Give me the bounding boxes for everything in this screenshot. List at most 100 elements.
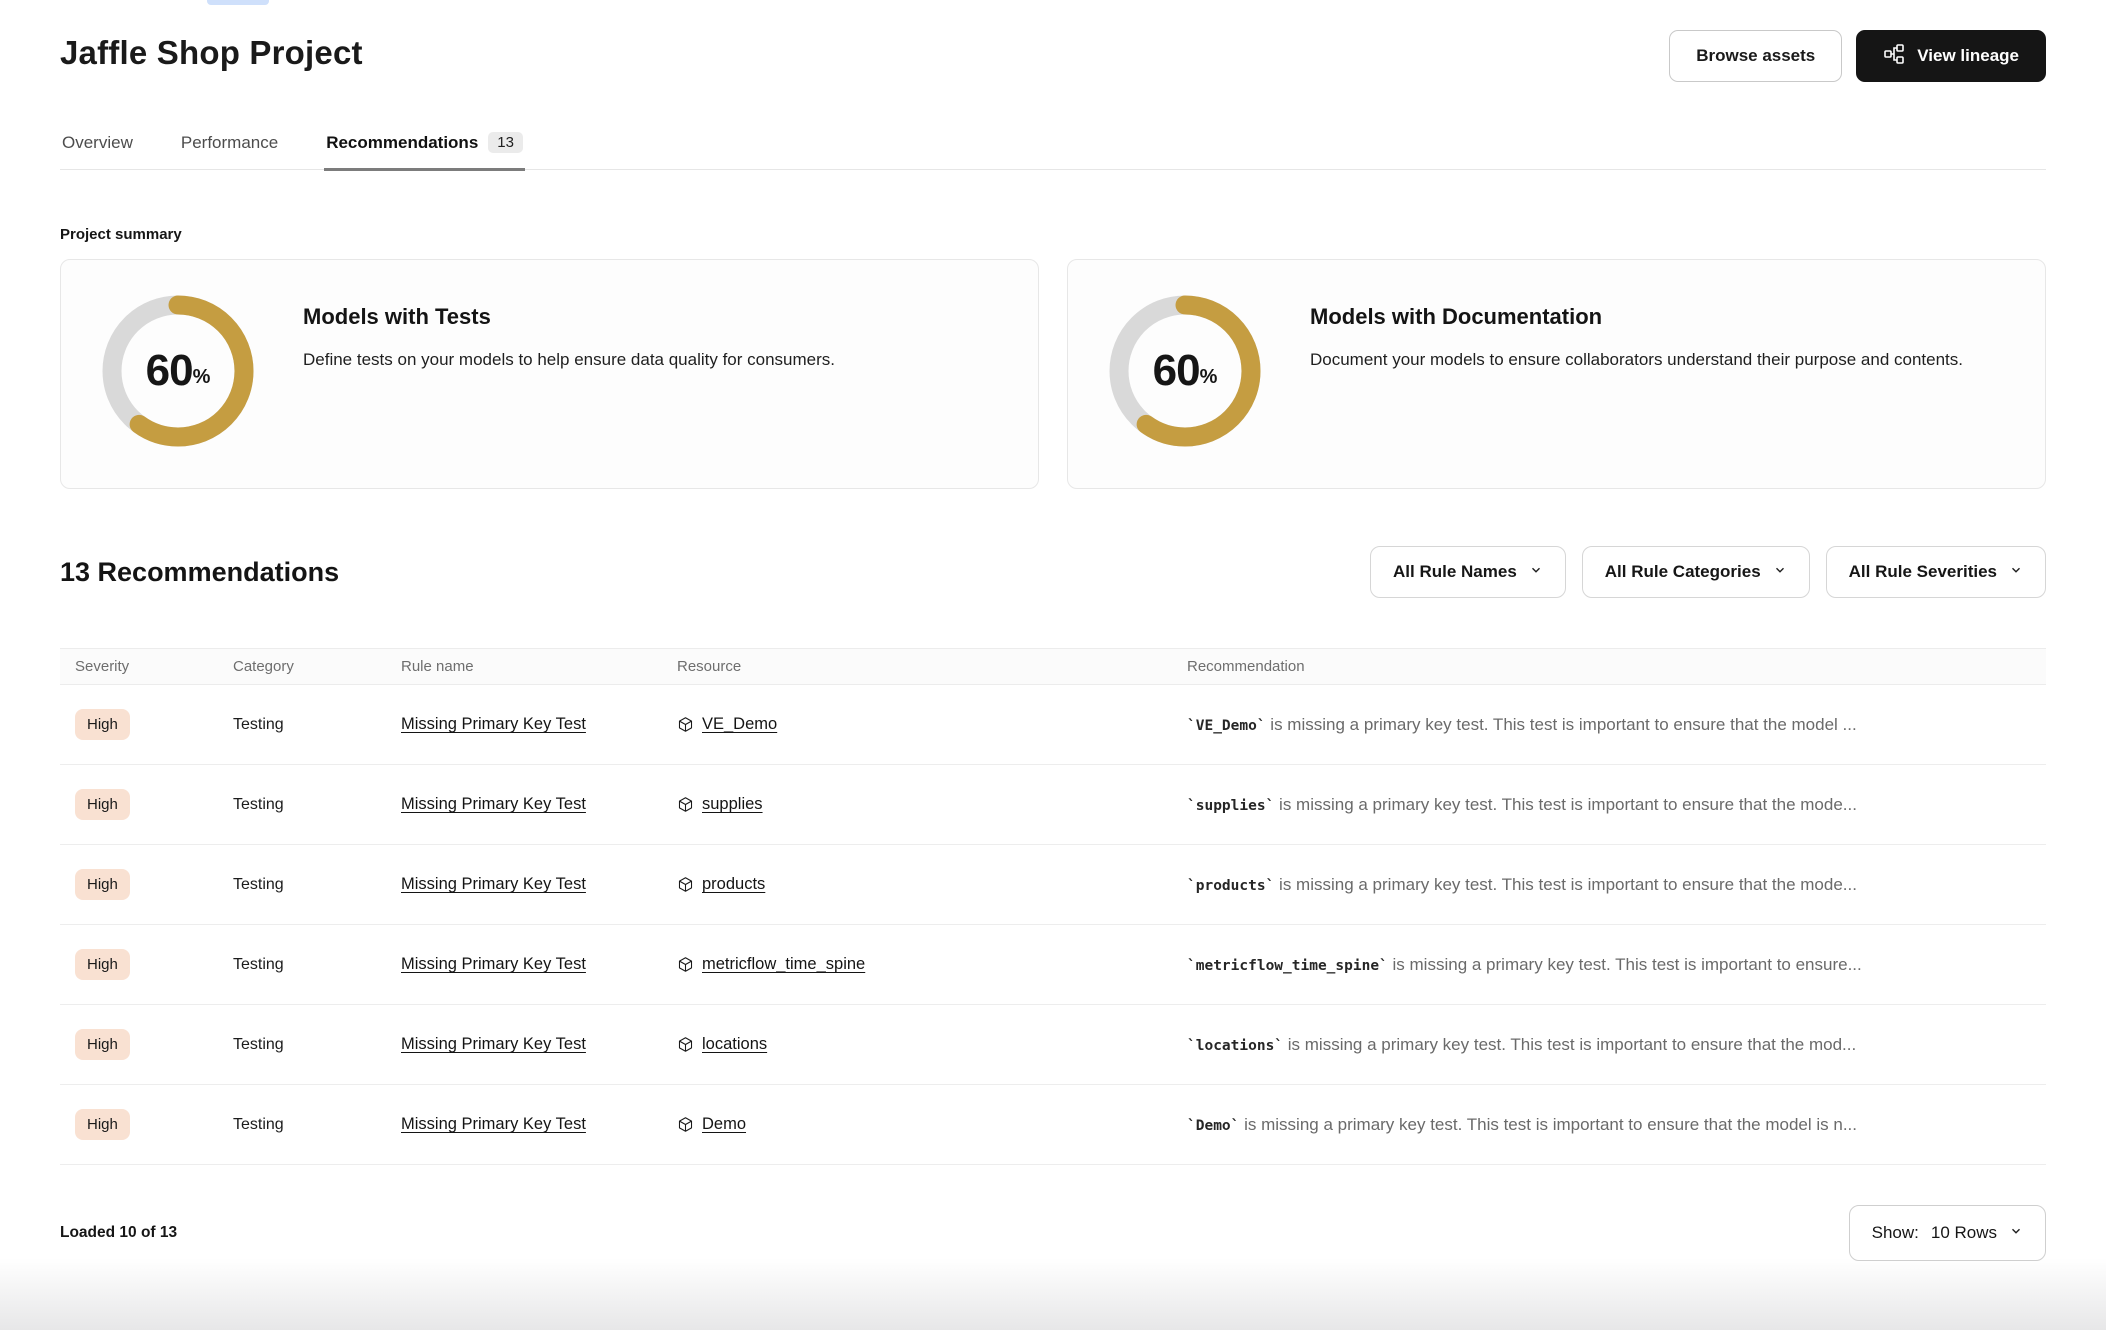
table-footer: Loaded 10 of 13 Show: 10 Rows [60,1205,2046,1261]
recommendation-message: is missing a primary key test. This test… [1274,795,1857,814]
page-title: Jaffle Shop Project [60,30,363,72]
tests-card-description: Define tests on your models to help ensu… [303,348,835,373]
tab-performance-label: Performance [181,133,278,153]
recommendation-row: High Testing Missing Primary Key Test produ… [60,845,2046,925]
resource-link[interactable]: products [702,875,765,894]
category-text: Testing [233,1116,284,1133]
bottom-scroll-fade [0,1258,2106,1330]
resource-code: `products` [1187,878,1274,894]
column-resource: Resource [662,649,1172,685]
rule-severities-filter-label: All Rule Severities [1849,562,1997,582]
tests-percent: 60 [146,346,193,396]
page-header: Jaffle Shop Project Browse assets View l… [60,0,2046,82]
severity-badge: High [75,869,130,900]
model-cube-icon [677,716,694,733]
summary-cards: 60 % Models with Tests Define tests on y… [60,259,2046,489]
docs-donut-value: 60 % [1106,292,1264,450]
docs-donut-chart: 60 % [1106,292,1264,450]
docs-percent-unit: % [1200,366,1218,396]
docs-card-body: Models with Documentation Document your … [1310,292,1963,373]
show-label: Show: [1872,1223,1919,1243]
chevron-down-icon [2009,1223,2023,1243]
recommendation-row: High Testing Missing Primary Key Test metri… [60,925,2046,1005]
resource-link[interactable]: supplies [702,795,763,814]
category-text: Testing [233,1036,284,1053]
column-recommendation: Recommendation [1172,649,2046,685]
rule-name-link[interactable]: Missing Primary Key Test [401,1115,586,1133]
resource-link[interactable]: metricflow_time_spine [702,955,865,974]
chevron-down-icon [1529,562,1543,582]
recommendation-row: High Testing Missing Primary Key Test Demo `… [60,1085,2046,1165]
recommendations-count-badge: 13 [488,132,523,153]
top-blue-indicator [207,0,269,5]
models-with-docs-card: 60 % Models with Documentation Document … [1067,259,2046,489]
tab-bar: Overview Performance Recommendations 13 [60,132,2046,170]
model-cube-icon [677,956,694,973]
model-cube-icon [677,876,694,893]
category-text: Testing [233,716,284,733]
resource-code: `metricflow_time_spine` [1187,958,1388,974]
rule-categories-filter[interactable]: All Rule Categories [1582,546,1810,598]
model-cube-icon [677,796,694,813]
recommendation-message: is missing a primary key test. This test… [1388,955,1862,974]
lineage-icon [1883,43,1905,70]
recommendation-text: `metricflow_time_spine` is missing a pri… [1187,955,1862,974]
rule-name-link[interactable]: Missing Primary Key Test [401,795,586,813]
rule-severities-filter[interactable]: All Rule Severities [1826,546,2046,598]
severity-badge: High [75,709,130,740]
tab-performance[interactable]: Performance [179,132,280,171]
recommendation-row: High Testing Missing Primary Key Test suppl… [60,765,2046,845]
recommendation-text: `supplies` is missing a primary key test… [1187,795,1857,814]
chevron-down-icon [1773,562,1787,582]
chevron-down-icon [2009,562,2023,582]
tests-donut-value: 60 % [99,292,257,450]
recommendation-message: is missing a primary key test. This test… [1274,875,1857,894]
resource-code: `Demo` [1187,1118,1239,1134]
recommendations-header: 13 Recommendations All Rule Names All Ru… [60,546,2046,598]
tab-recommendations[interactable]: Recommendations 13 [324,132,525,171]
docs-card-description: Document your models to ensure collabora… [1310,348,1963,373]
filter-bar: All Rule Names All Rule Categories All R… [1370,546,2046,598]
resource-link[interactable]: Demo [702,1115,746,1134]
rule-name-link[interactable]: Missing Primary Key Test [401,1035,586,1053]
resource-link[interactable]: VE_Demo [702,715,777,734]
rule-names-filter[interactable]: All Rule Names [1370,546,1566,598]
models-with-tests-card: 60 % Models with Tests Define tests on y… [60,259,1039,489]
browse-assets-label: Browse assets [1696,46,1815,66]
recommendation-row: High Testing Missing Primary Key Test VE_De… [60,685,2046,765]
browse-assets-button[interactable]: Browse assets [1669,30,1842,82]
recommendation-message: is missing a primary key test. This test… [1283,1035,1856,1054]
severity-badge: High [75,789,130,820]
category-text: Testing [233,796,284,813]
column-severity: Severity [60,649,218,685]
model-cube-icon [677,1116,694,1133]
resource-code: `supplies` [1187,798,1274,814]
resource-link[interactable]: locations [702,1035,767,1054]
show-value: 10 Rows [1931,1223,1997,1243]
recommendation-row: HighTestingMissing Primary Key Testlocat… [60,1005,2046,1085]
rule-name-link[interactable]: Missing Primary Key Test [401,875,586,893]
docs-card-title: Models with Documentation [1310,304,1963,330]
severity-badge: High [75,949,130,980]
tests-card-body: Models with Tests Define tests on your m… [303,292,835,373]
category-text: Testing [233,956,284,973]
column-rule-name: Rule name [386,649,662,685]
rule-name-link[interactable]: Missing Primary Key Test [401,955,586,973]
severity-badge: High [75,1109,130,1140]
model-cube-icon [677,1036,694,1053]
view-lineage-label: View lineage [1917,46,2019,66]
resource-code: `VE_Demo` [1187,718,1266,734]
rule-name-link[interactable]: Missing Primary Key Test [401,715,586,733]
loaded-status: Loaded 10 of 13 [60,1224,177,1242]
category-text: Testing [233,876,284,893]
tab-recommendations-label: Recommendations [326,133,478,153]
resource-code: `locations` [1187,1038,1283,1054]
tests-percent-unit: % [193,366,211,396]
tab-overview[interactable]: Overview [60,132,135,171]
project-summary-label: Project summary [60,226,2046,243]
rows-per-page-dropdown[interactable]: Show: 10 Rows [1849,1205,2046,1261]
header-actions: Browse assets View lineage [1669,30,2046,82]
rule-categories-filter-label: All Rule Categories [1605,562,1761,582]
view-lineage-button[interactable]: View lineage [1856,30,2046,82]
tab-overview-label: Overview [62,133,133,153]
